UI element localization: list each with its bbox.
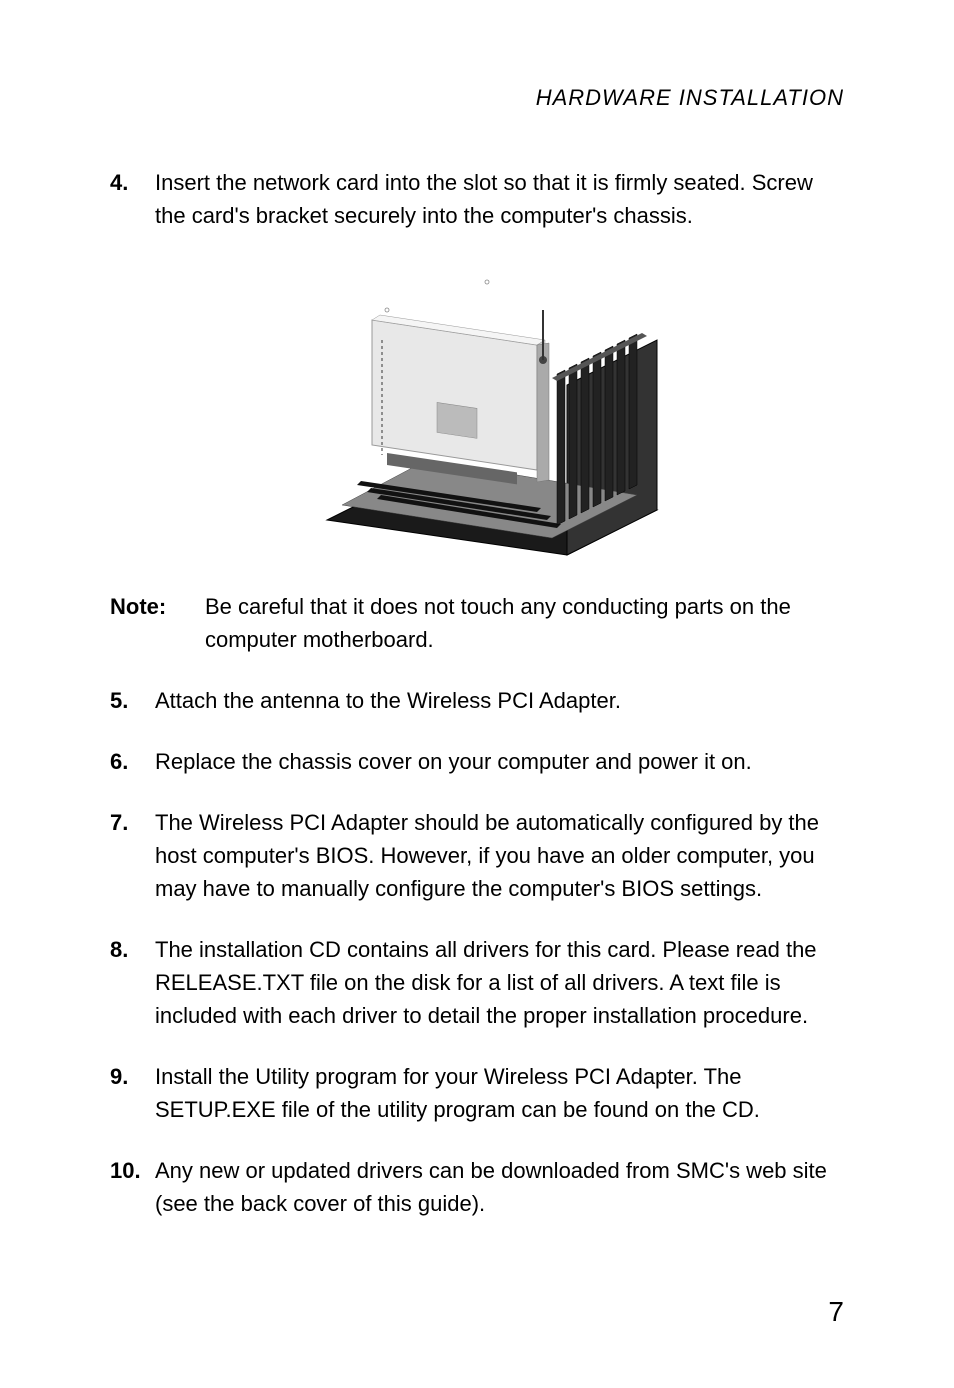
step-8: 8. The installation CD contains all driv… [110,933,844,1032]
page-header: HARDWARE INSTALLATION [110,85,844,111]
step-6: 6. Replace the chassis cover on your com… [110,745,844,778]
step-text: Any new or updated drivers can be downlo… [155,1154,844,1220]
page-number: 7 [828,1296,844,1328]
step-7: 7. The Wireless PCI Adapter should be au… [110,806,844,905]
step-text: The installation CD contains all drivers… [155,933,844,1032]
step-4: 4. Insert the network card into the slot… [110,166,844,232]
step-number: 8. [110,933,155,1032]
step-text: Replace the chassis cover on your comput… [155,745,844,778]
step-text: The Wireless PCI Adapter should be autom… [155,806,844,905]
step-number: 5. [110,684,155,717]
step-9: 9. Install the Utility program for your … [110,1060,844,1126]
step-number: 10. [110,1154,155,1220]
note-block: Note: Be careful that it does not touch … [110,590,844,656]
step-number: 7. [110,806,155,905]
pci-install-diagram-icon [287,260,667,560]
step-text: Install the Utility program for your Wir… [155,1060,844,1126]
pci-card-illustration [110,260,844,565]
step-number: 6. [110,745,155,778]
step-text: Insert the network card into the slot so… [155,166,844,232]
step-number: 4. [110,166,155,232]
step-10: 10. Any new or updated drivers can be do… [110,1154,844,1220]
step-5: 5. Attach the antenna to the Wireless PC… [110,684,844,717]
step-text: Attach the antenna to the Wireless PCI A… [155,684,844,717]
note-label: Note: [110,590,205,656]
note-text: Be careful that it does not touch any co… [205,590,844,656]
step-number: 9. [110,1060,155,1126]
